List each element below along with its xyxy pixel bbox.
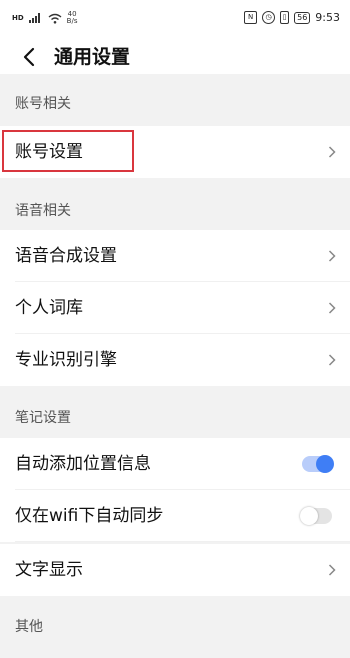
page-title: 通用设置 (54, 46, 131, 68)
chevron-right-icon (328, 302, 336, 314)
row-label: 仅在wifi下自动同步 (15, 506, 164, 526)
row-label: 专业识别引擎 (15, 350, 117, 370)
row-text-display[interactable]: 文字显示 (0, 544, 350, 596)
toggle-knob (300, 507, 318, 525)
network-speed: 40 B/s (67, 11, 78, 25)
section-header-notes: 笔记设置 (0, 386, 350, 438)
row-label: 自动添加位置信息 (15, 454, 151, 474)
row-wifi-sync[interactable]: 仅在wifi下自动同步 (0, 490, 350, 542)
section-header-other: 其他 (0, 596, 350, 658)
row-divider (15, 541, 350, 542)
row-auto-location[interactable]: 自动添加位置信息 (0, 438, 350, 490)
auto-location-toggle[interactable] (302, 455, 334, 473)
network-speed-unit: B/s (66, 17, 78, 25)
wifi-sync-toggle[interactable] (300, 507, 332, 525)
row-label: 个人词库 (15, 298, 83, 318)
alarm-icon: ◷ (262, 11, 276, 24)
chevron-right-icon (328, 564, 336, 576)
chevron-right-icon (328, 250, 336, 262)
chevron-right-icon (328, 146, 336, 158)
row-label: 文字显示 (15, 560, 83, 580)
status-left: HD 40 B/s (12, 11, 77, 25)
nfc-icon: N (244, 11, 258, 24)
title-bar: 通用设置 (0, 40, 350, 74)
hd-icon: HD (12, 13, 24, 22)
row-personal-lexicon[interactable]: 个人词库 (0, 282, 350, 334)
row-account-settings[interactable]: 账号设置 (0, 126, 350, 178)
vibrate-icon: ▯ (280, 11, 290, 24)
signal-icon (28, 13, 43, 23)
row-speech-synthesis[interactable]: 语音合成设置 (0, 230, 350, 282)
toggle-knob (316, 455, 334, 473)
status-bar: HD 40 B/s N ◷ ▯ 56 9:53 (0, 0, 350, 40)
row-label: 语音合成设置 (15, 246, 117, 266)
status-right: N ◷ ▯ 56 9:53 (244, 11, 340, 24)
section-header-voice: 语音相关 (0, 178, 350, 230)
battery-icon: 56 (294, 11, 311, 24)
back-arrow-icon[interactable] (20, 45, 40, 69)
row-recognition-engine[interactable]: 专业识别引擎 (0, 334, 350, 386)
wifi-icon (48, 13, 62, 24)
clock-time: 9:53 (315, 11, 340, 24)
highlight-box (2, 130, 134, 172)
section-header-account: 账号相关 (0, 74, 350, 126)
chevron-right-icon (328, 354, 336, 366)
